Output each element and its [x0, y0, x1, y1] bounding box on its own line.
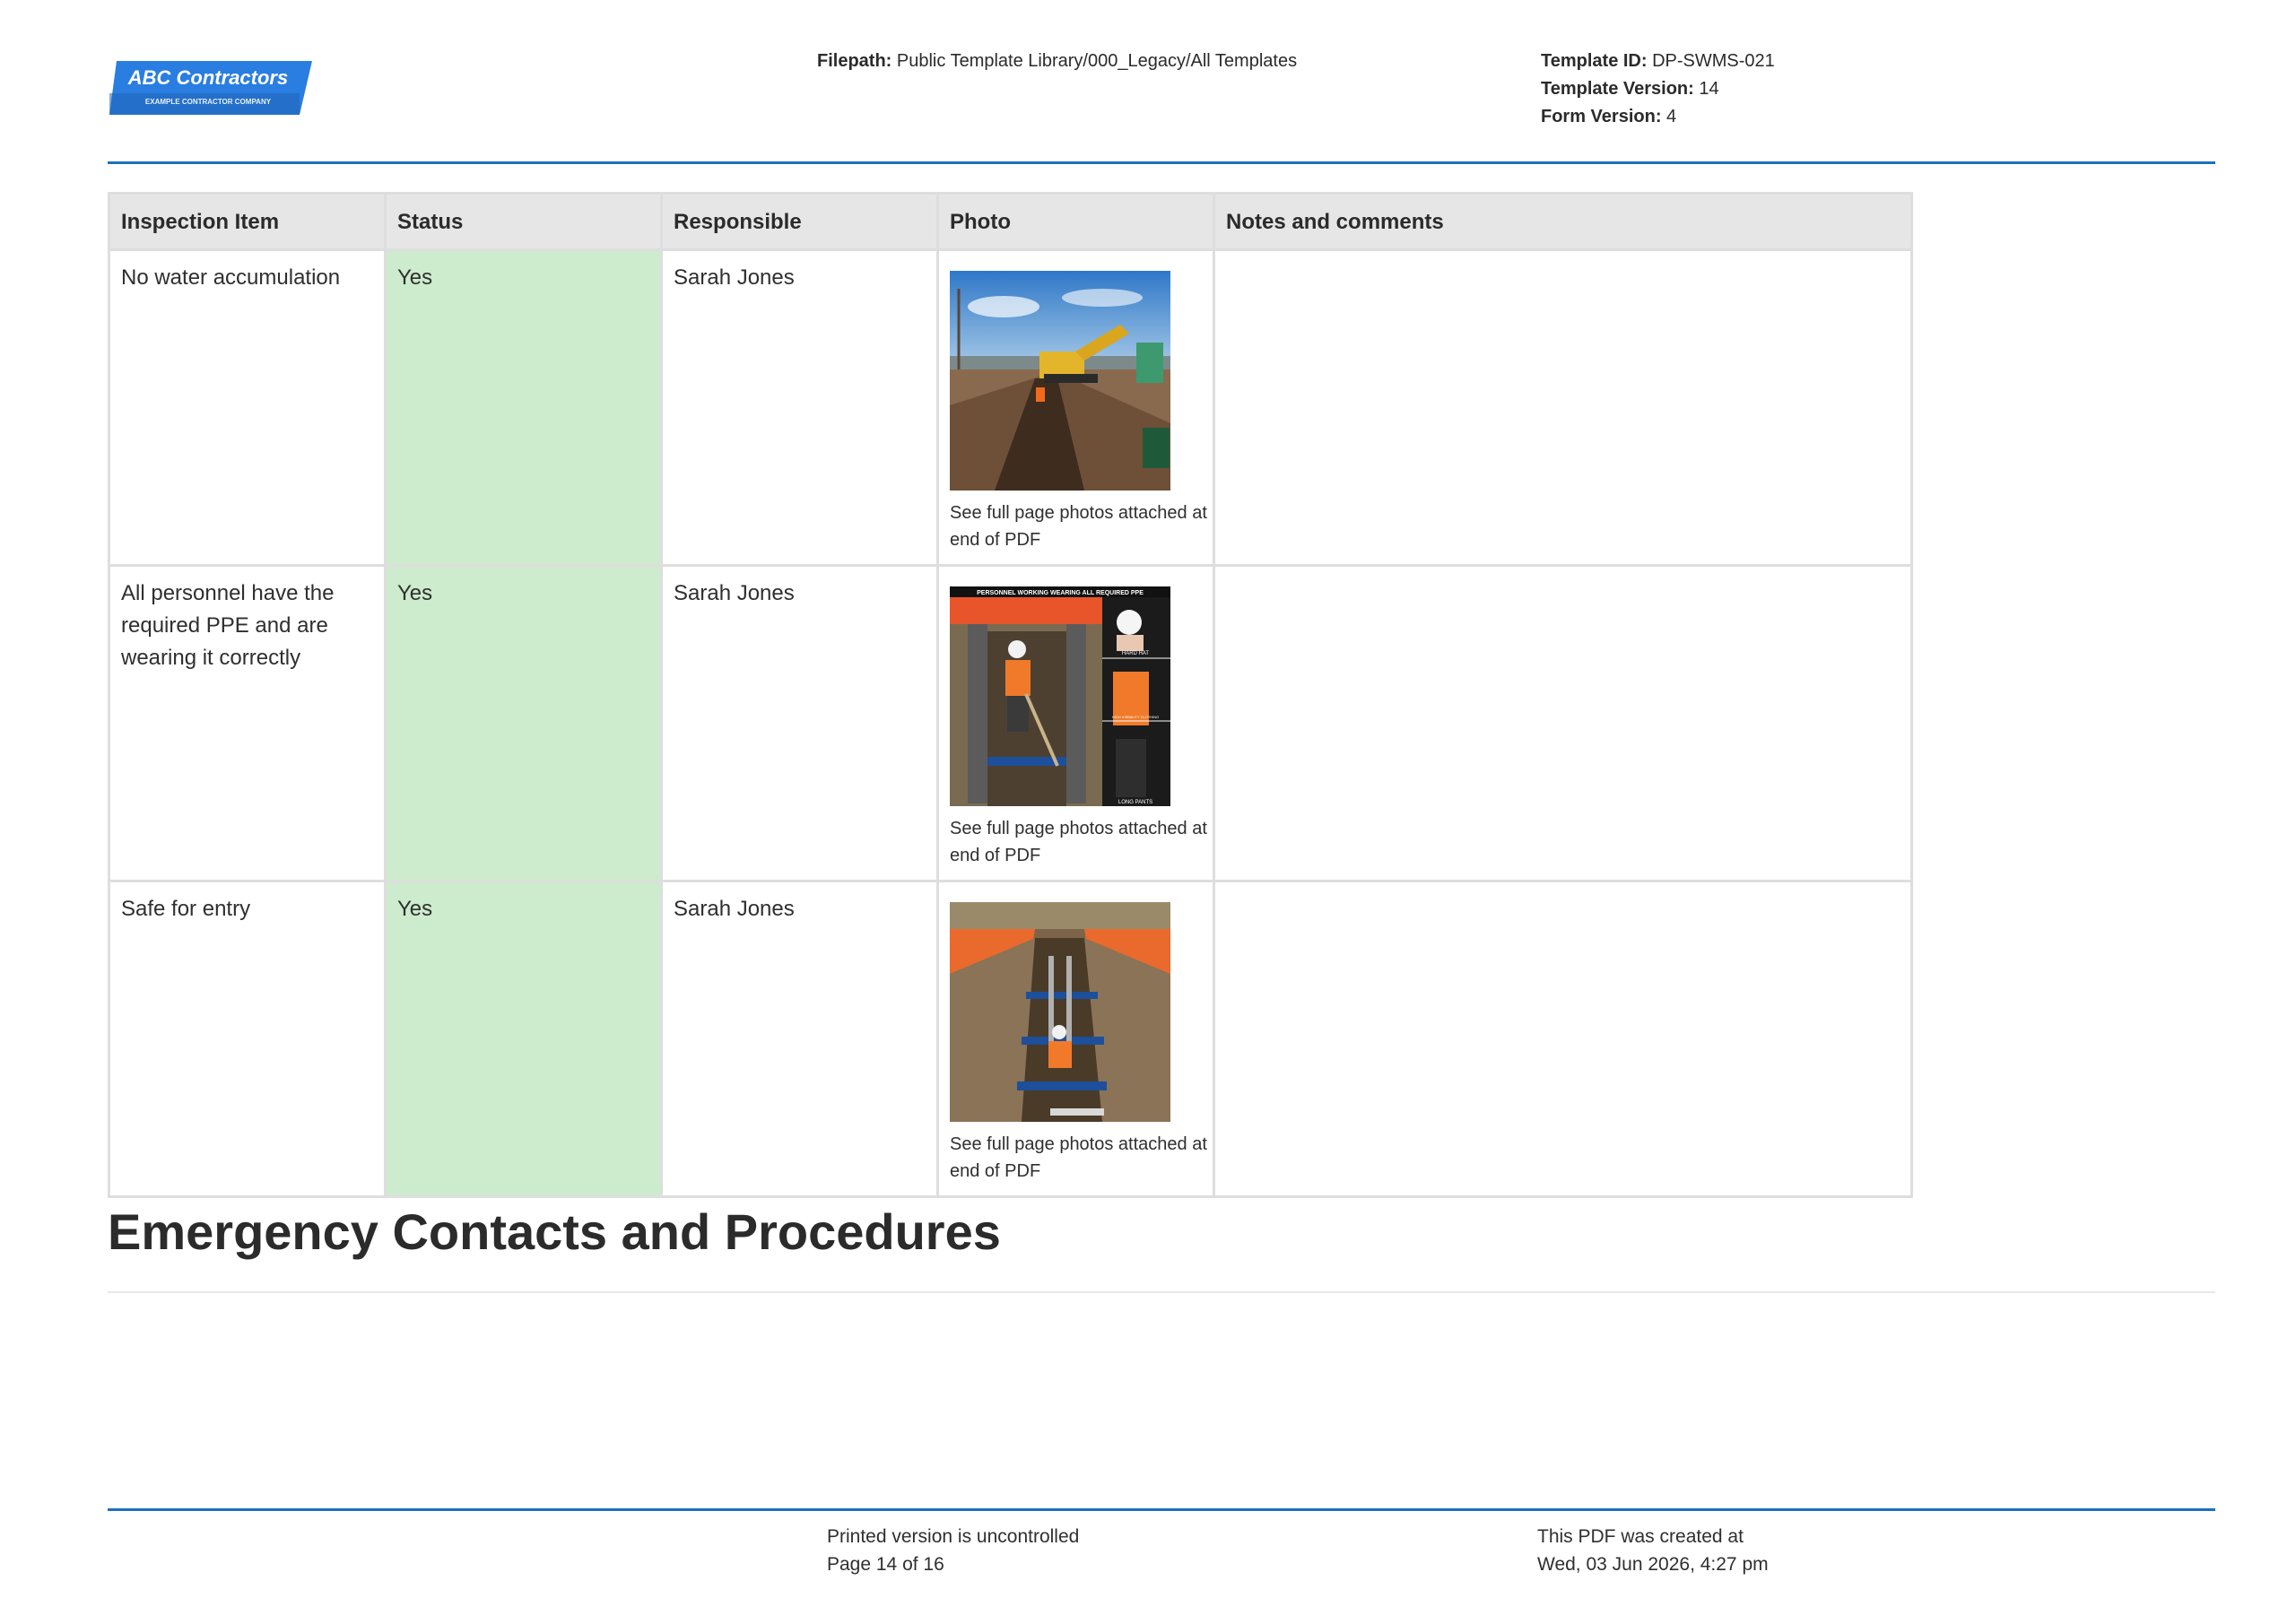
- footer-created-info: This PDF was created at Wed, 03 Jun 2026…: [1537, 1523, 1769, 1578]
- ppe-label-hard-hat: HARD HAT: [1122, 651, 1150, 656]
- status-cell: Yes: [384, 248, 663, 567]
- responsible-cell: Sarah Jones: [660, 248, 939, 567]
- column-header-responsible: Responsible: [660, 192, 939, 251]
- template-info: Template ID: DP-SWMS-021 Template Versio…: [1541, 48, 1775, 131]
- template-id-line: Template ID: DP-SWMS-021: [1541, 48, 1775, 75]
- filepath-info: Filepath: Public Template Library/000_Le…: [817, 48, 1297, 75]
- created-timestamp: Wed, 03 Jun 2026, 4:27 pm: [1537, 1554, 1769, 1575]
- responsible-cell: Sarah Jones: [660, 880, 939, 1198]
- template-version-line: Template Version: 14: [1541, 75, 1775, 103]
- notes-cell: [1213, 880, 1913, 1198]
- photo-cell: PERSONNEL WORKING WEARING ALL REQUIRED P…: [936, 564, 1215, 882]
- page-number: Page 14 of 16: [827, 1554, 944, 1575]
- photo-caption: See full page photos attached at end of …: [950, 819, 1207, 865]
- table-row: All personnel have the required PPE and …: [108, 564, 1913, 882]
- responsible-cell: Sarah Jones: [660, 564, 939, 882]
- template-id-value: DP-SWMS-021: [1652, 51, 1775, 71]
- trench-entry-photo[interactable]: [950, 902, 1170, 1122]
- section-divider: [108, 1291, 2215, 1293]
- svg-text:EXAMPLE CONTRACTOR COMPANY: EXAMPLE CONTRACTOR COMPANY: [145, 98, 272, 106]
- filepath-label: Filepath:: [817, 51, 892, 71]
- template-id-label: Template ID:: [1541, 51, 1648, 71]
- template-version-label: Template Version:: [1541, 79, 1694, 99]
- form-version-value: 4: [1666, 107, 1677, 126]
- trench-excavator-photo[interactable]: [950, 271, 1170, 491]
- header-divider: [108, 161, 2215, 164]
- inspection-item-cell: No water accumulation: [108, 248, 387, 567]
- template-version-value: 14: [1699, 79, 1719, 99]
- ppe-personnel-photo[interactable]: PERSONNEL WORKING WEARING ALL REQUIRED P…: [950, 586, 1170, 806]
- created-label: This PDF was created at: [1537, 1526, 1744, 1547]
- table-row: No water accumulation Yes Sarah Jones Se…: [108, 248, 1913, 567]
- ppe-label-high-visibility: HIGH VISIBILITY CLOTHING: [1112, 715, 1160, 719]
- inspection-table: Inspection Item Status Responsible Photo…: [108, 192, 1913, 1198]
- inspection-item-cell: All personnel have the required PPE and …: [108, 564, 387, 882]
- photo-cell: See full page photos attached at end of …: [936, 880, 1215, 1198]
- ppe-photo-overlay: PERSONNEL WORKING WEARING ALL REQUIRED P…: [977, 590, 1144, 596]
- column-header-inspection-item: Inspection Item: [108, 192, 387, 251]
- section-title: Emergency Contacts and Procedures: [108, 1203, 1001, 1260]
- footer-divider: [108, 1508, 2215, 1511]
- photo-cell: See full page photos attached at end of …: [936, 248, 1215, 567]
- footer-page-info: Printed version is uncontrolled Page 14 …: [827, 1523, 1079, 1578]
- column-header-notes: Notes and comments: [1213, 192, 1913, 251]
- form-version-line: Form Version: 4: [1541, 103, 1775, 131]
- company-logo: ABC Contractors EXAMPLE CONTRACTOR COMPA…: [108, 59, 314, 117]
- notes-cell: [1213, 248, 1913, 567]
- inspection-item-cell: Safe for entry: [108, 880, 387, 1198]
- table-header-row: Inspection Item Status Responsible Photo…: [108, 192, 1913, 251]
- uncontrolled-notice: Printed version is uncontrolled: [827, 1526, 1080, 1547]
- status-cell: Yes: [384, 564, 663, 882]
- ppe-label-long-pants: LONG PANTS: [1118, 800, 1152, 805]
- column-header-photo: Photo: [936, 192, 1215, 251]
- svg-text:ABC Contractors: ABC Contractors: [127, 66, 288, 89]
- table-row: Safe for entry Yes Sarah Jones See full …: [108, 880, 1913, 1198]
- photo-caption: See full page photos attached at end of …: [950, 1134, 1207, 1181]
- form-version-label: Form Version:: [1541, 107, 1662, 126]
- notes-cell: [1213, 564, 1913, 882]
- column-header-status: Status: [384, 192, 663, 251]
- photo-caption: See full page photos attached at end of …: [950, 503, 1207, 550]
- filepath-value: Public Template Library/000_Legacy/All T…: [896, 51, 1298, 71]
- status-cell: Yes: [384, 880, 663, 1198]
